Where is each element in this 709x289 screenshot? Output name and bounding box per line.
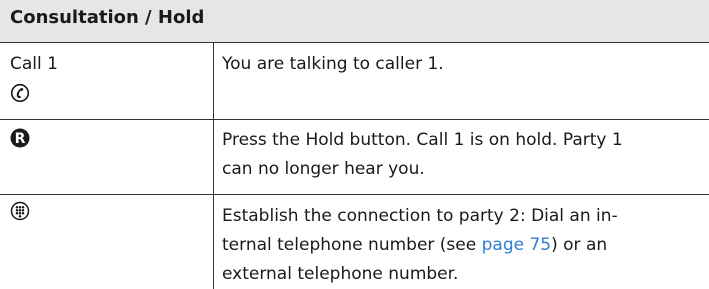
table-header: Consultation / Hold xyxy=(0,0,709,42)
row-3-description-line-1: Establish the connection to party 2: Dia… xyxy=(222,206,618,226)
handset-icon xyxy=(10,83,30,107)
row-1-description: You are talking to caller 1. xyxy=(222,54,444,74)
row-1-divider xyxy=(0,119,709,120)
row-3-text-before-link: ternal telephone number (see xyxy=(222,235,482,255)
table-title: Consultation / Hold xyxy=(10,7,205,28)
row-3-description-line-3: external telephone number. xyxy=(222,264,459,284)
consultation-hold-table: Consultation / Hold Call 1 You are talki… xyxy=(0,0,709,289)
row-2-divider xyxy=(0,194,709,195)
column-divider xyxy=(213,42,214,289)
header-divider xyxy=(0,42,709,43)
recall-r-icon: R xyxy=(10,128,30,152)
svg-text:R: R xyxy=(15,131,26,147)
row-3-description-line-2: ternal telephone number (see page 75) or… xyxy=(222,231,607,259)
page-75-link[interactable]: page 75 xyxy=(482,235,552,255)
row-2-description-line-1: Press the Hold button. Call 1 is on hold… xyxy=(222,130,623,150)
row-2-description-line-2: can no longer hear you. xyxy=(222,159,425,179)
keypad-icon xyxy=(10,201,30,225)
call-1-label: Call 1 xyxy=(10,54,58,74)
row-3-text-after-link: ) or an xyxy=(551,235,608,255)
